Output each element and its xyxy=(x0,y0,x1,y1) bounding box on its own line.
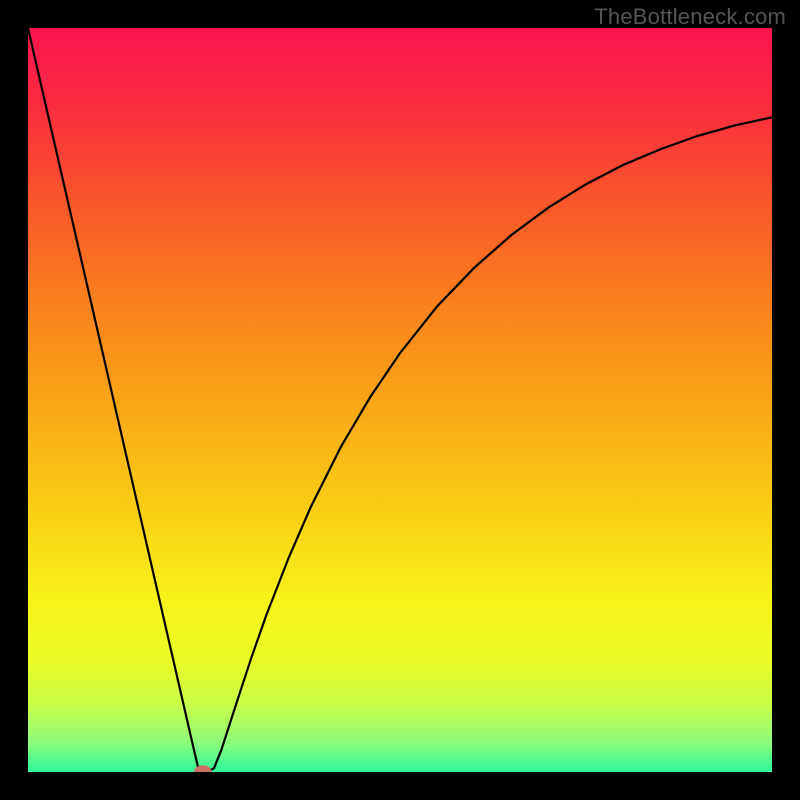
watermark-label: TheBottleneck.com xyxy=(594,4,786,30)
chart-frame: TheBottleneck.com xyxy=(0,0,800,800)
gradient-background xyxy=(28,28,772,772)
plot-svg xyxy=(28,28,772,772)
plot-area xyxy=(28,28,772,772)
